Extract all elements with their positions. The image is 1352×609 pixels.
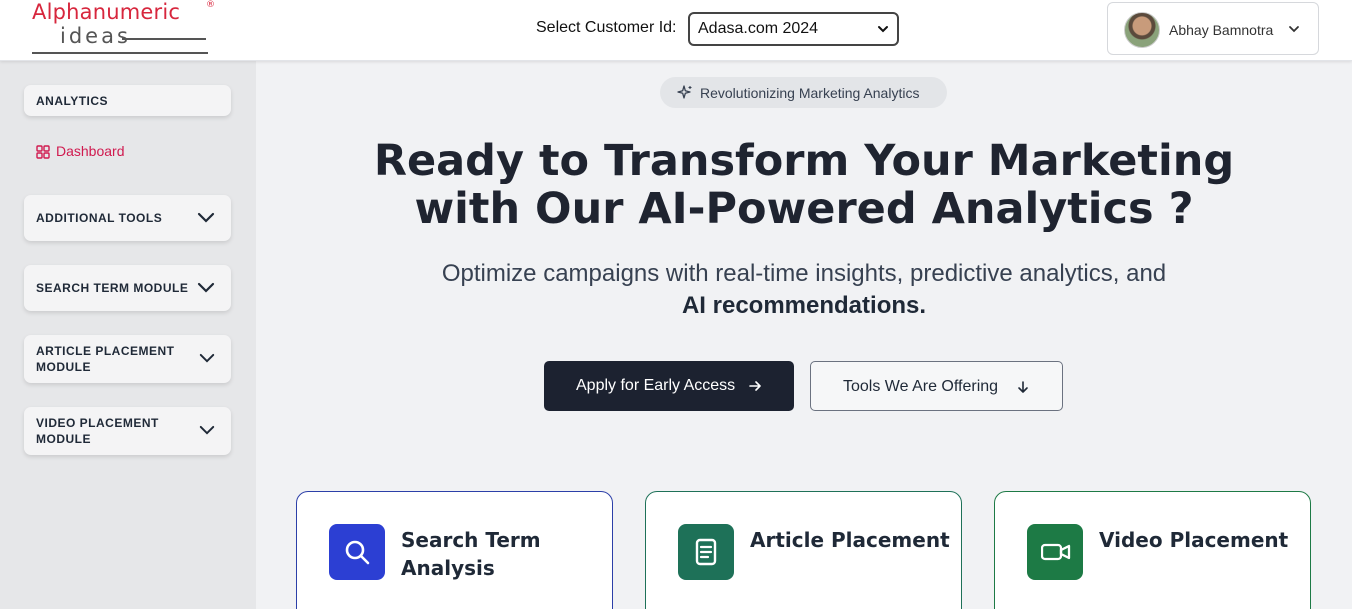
search-icon — [345, 540, 370, 565]
tool-card-title: Video Placement — [1099, 528, 1289, 552]
chevron-down-icon — [199, 425, 215, 435]
sidebar-section-article-placement-module[interactable]: ARTICLE PLACEMENT MODULE — [24, 335, 231, 383]
top-header: Alphanumeric ® ideas Select Customer Id:… — [0, 0, 1352, 61]
sidebar: ANALYTICS Dashboard ADDITIONAL TOOLS SEA… — [0, 61, 256, 609]
tools-offering-button[interactable]: Tools We Are Offering — [810, 361, 1063, 411]
hero-subtitle: Optimize campaigns with real-time insigh… — [441, 260, 1167, 287]
chevron-down-icon — [197, 212, 215, 223]
hero-title: Ready to Transform Your Marketing with O… — [256, 137, 1352, 233]
company-logo[interactable]: Alphanumeric ® ideas — [30, 0, 220, 58]
logo-underline — [32, 52, 208, 54]
customer-id-select[interactable]: Adasa.com 2024 — [688, 12, 899, 46]
customer-id-label: Select Customer Id: — [536, 19, 677, 36]
user-menu-button[interactable]: Abhay Bamnotra — [1107, 2, 1319, 55]
logo-text-bottom: ideas — [60, 24, 131, 48]
sidebar-section-label: ANALYTICS — [36, 94, 109, 108]
sidebar-section-label: VIDEO PLACEMENT MODULE — [36, 416, 159, 446]
button-label: Apply for Early Access — [576, 377, 736, 394]
sidebar-section-analytics[interactable]: ANALYTICS — [24, 85, 231, 116]
hero-title-line-1: Ready to Transform Your Marketing — [373, 136, 1235, 186]
dashboard-grid-icon — [36, 145, 50, 159]
tagline-text: Revolutionizing Marketing Analytics — [700, 85, 920, 101]
sidebar-item-label: Dashboard — [56, 143, 125, 159]
sparkle-icon — [677, 85, 692, 99]
sidebar-section-additional-tools[interactable]: ADDITIONAL TOOLS — [24, 195, 231, 241]
video-icon — [1041, 543, 1071, 561]
user-name: Abhay Bamnotra — [1169, 22, 1274, 38]
arrow-right-icon — [749, 381, 761, 391]
tool-icon-box — [678, 524, 734, 580]
chevron-down-icon — [1289, 26, 1299, 33]
tool-card-title: Article Placement — [750, 528, 950, 552]
arrow-down-icon — [1018, 381, 1028, 393]
sidebar-section-video-placement-module[interactable]: VIDEO PLACEMENT MODULE — [24, 407, 231, 455]
button-label: Tools We Are Offering — [843, 378, 999, 395]
sidebar-section-label: ARTICLE PLACEMENT MODULE — [36, 344, 175, 374]
tool-card-video-placement[interactable]: Video Placement — [994, 491, 1311, 609]
main-content: Revolutionizing Marketing Analytics Read… — [256, 61, 1352, 609]
tool-card-search-term-analysis[interactable]: Search Term Analysis — [296, 491, 613, 609]
sidebar-section-label: ADDITIONAL TOOLS — [36, 211, 163, 225]
logo-underline-short — [122, 38, 206, 40]
document-icon — [695, 538, 717, 566]
logo-text-top: Alphanumeric — [32, 0, 181, 24]
chevron-down-icon — [199, 353, 215, 363]
sidebar-section-label: SEARCH TERM MODULE — [36, 281, 189, 295]
tagline-badge: Revolutionizing Marketing Analytics — [660, 77, 947, 108]
logo-registered-mark: ® — [206, 0, 215, 10]
chevron-down-icon — [197, 282, 215, 293]
tool-card-title: Search Term Analysis — [401, 528, 541, 580]
avatar — [1124, 12, 1160, 48]
apply-early-access-button[interactable]: Apply for Early Access — [544, 361, 794, 411]
hero-title-line-2: with Our AI-Powered Analytics ? — [414, 184, 1194, 234]
tool-icon-box — [1027, 524, 1083, 580]
chevron-down-icon — [878, 26, 888, 33]
customer-id-value: Adasa.com 2024 — [698, 20, 819, 37]
tool-card-article-placement[interactable]: Article Placement — [645, 491, 962, 609]
sidebar-section-search-term-module[interactable]: SEARCH TERM MODULE — [24, 265, 231, 311]
hero-subtitle-bold: AI recommendations. — [681, 292, 927, 319]
tool-icon-box — [329, 524, 385, 580]
